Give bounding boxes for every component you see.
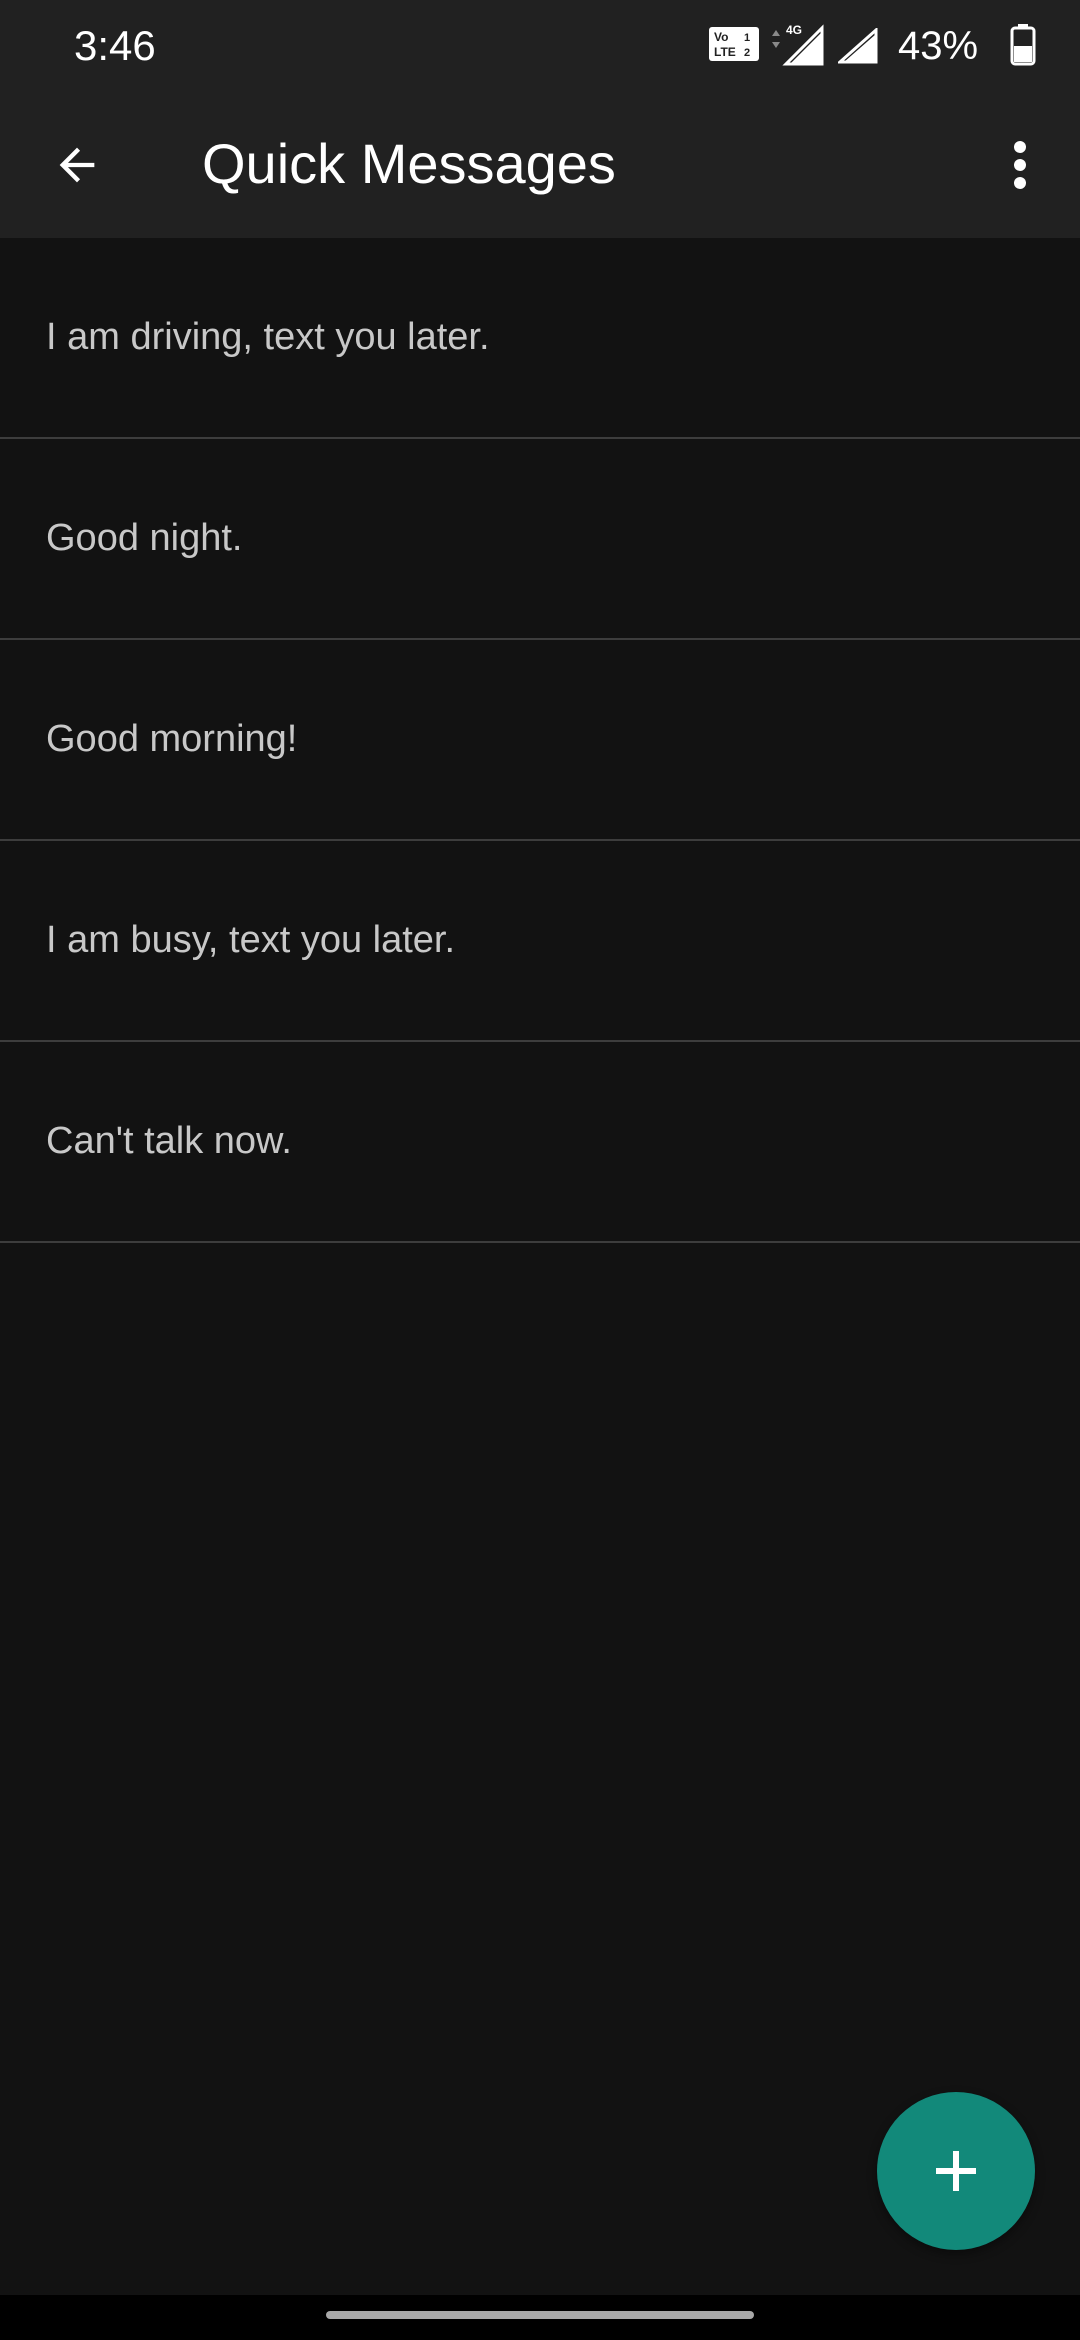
svg-text:4G: 4G [786, 23, 802, 37]
quick-message-text: Good morning! [46, 718, 298, 760]
add-quick-message-button[interactable] [877, 2092, 1035, 2250]
svg-text:Vo: Vo [714, 30, 728, 44]
status-bar: 3:46 Vo LTE 1 2 4G 43% [0, 0, 1080, 90]
page-title: Quick Messages [202, 132, 616, 195]
quick-message-item[interactable]: Good night. [0, 439, 1080, 640]
4g-signal-icon: 4G [772, 23, 824, 66]
quick-message-list: I am driving, text you later. Good night… [0, 238, 1080, 1243]
more-vert-icon [1014, 141, 1026, 189]
quick-message-item[interactable]: Can't talk now. [0, 1042, 1080, 1243]
quick-message-item[interactable]: I am driving, text you later. [0, 238, 1080, 439]
quick-message-text: I am busy, text you later. [46, 919, 456, 961]
status-time: 3:46 [74, 22, 156, 69]
svg-text:1: 1 [744, 32, 750, 44]
plus-icon [936, 2151, 976, 2191]
home-indicator[interactable] [326, 2311, 754, 2319]
svg-text:LTE: LTE [714, 45, 736, 59]
status-icons: Vo LTE 1 2 4G 43% [660, 0, 1080, 90]
quick-message-text: I am driving, text you later. [46, 316, 490, 358]
navigation-bar [0, 2295, 1080, 2340]
quick-message-text: Good night. [46, 517, 243, 559]
volte-icon: Vo LTE 1 2 [709, 27, 759, 61]
quick-message-text: Can't talk now. [46, 1120, 292, 1162]
back-button[interactable] [32, 120, 122, 210]
more-options-button[interactable] [975, 120, 1065, 210]
quick-message-item[interactable]: Good morning! [0, 640, 1080, 841]
quick-message-item[interactable]: I am busy, text you later. [0, 841, 1080, 1042]
battery-icon [1010, 24, 1036, 66]
arrow-left-icon [59, 147, 95, 183]
svg-text:2: 2 [744, 47, 750, 59]
battery-percentage: 43% [898, 24, 979, 68]
signal-icon [838, 28, 878, 64]
app-bar: Quick Messages [0, 90, 1080, 238]
